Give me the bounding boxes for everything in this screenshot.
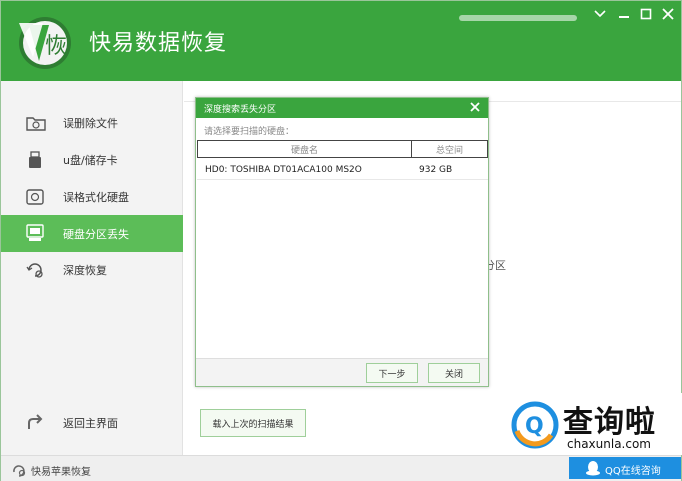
hard-disk-icon xyxy=(25,187,47,207)
disk-size-cell: 932 GB xyxy=(419,164,453,175)
menu-chevron-icon[interactable] xyxy=(591,6,609,22)
qq-online-consult-button[interactable]: QQ在线咨询 xyxy=(569,457,681,479)
sidebar-item-formatted-disk[interactable]: 误格式化硬盘 xyxy=(1,179,183,215)
dialog-prompt: 请选择要扫描的硬盘： xyxy=(204,127,295,137)
status-link[interactable]: 快易苹果恢复 xyxy=(31,463,91,478)
svg-text:Q: Q xyxy=(525,414,544,439)
close-dialog-button[interactable]: 关闭 xyxy=(428,363,480,383)
table-row[interactable]: HD0: TOSHIBA DT01ACA100 MS2O 932 GB xyxy=(197,160,488,180)
minimize-button[interactable] xyxy=(615,6,633,22)
usb-drive-icon xyxy=(25,150,47,170)
partition-search-dialog: 深度搜索丢失分区 请选择要扫描的硬盘： 硬盘名 总空间 HD0: TOSHIBA… xyxy=(195,97,489,387)
column-header-disk-name[interactable]: 硬盘名 xyxy=(198,141,412,157)
sidebar-item-label: 深度恢复 xyxy=(63,264,107,277)
dialog-footer: 下一步 关闭 xyxy=(196,358,488,386)
maximize-button[interactable] xyxy=(637,6,655,22)
title-bar[interactable]: 恢 快易数据恢复 xyxy=(1,1,681,81)
sidebar-item-label: u盘/储存卡 xyxy=(63,154,118,167)
watermark-title: 查询啦 xyxy=(563,405,656,440)
back-arrow-icon xyxy=(25,413,47,433)
sidebar-item-label: 硬盘分区丢失 xyxy=(63,227,129,241)
load-last-scan-button[interactable]: 载入上次的扫描结果 xyxy=(200,409,306,437)
close-window-button[interactable] xyxy=(659,6,677,22)
sidebar: 误删除文件 u盘/储存卡 误格式化硬盘 硬盘分区丢失 深度恢复 返回主界面 xyxy=(1,81,183,455)
column-header-total-space[interactable]: 总空间 xyxy=(412,141,487,157)
watermark-url: chaxunla.com xyxy=(567,437,651,451)
sidebar-item-partition-lost[interactable]: 硬盘分区丢失 xyxy=(1,215,183,252)
app-logo: 恢 xyxy=(13,13,77,73)
disk-table-header: 硬盘名 总空间 xyxy=(197,140,488,158)
qq-online-label: QQ在线咨询 xyxy=(605,466,661,477)
deep-recovery-icon xyxy=(25,260,47,280)
app-title: 快易数据恢复 xyxy=(89,31,228,56)
dialog-title: 深度搜索丢失分区 xyxy=(204,105,277,115)
apple-recovery-icon xyxy=(11,462,27,481)
dialog-title-bar[interactable]: 深度搜索丢失分区 xyxy=(196,98,488,118)
qq-penguin-icon xyxy=(585,460,601,480)
disk-partition-icon xyxy=(25,223,47,243)
disk-name-cell: HD0: TOSHIBA DT01ACA100 MS2O xyxy=(205,164,362,175)
logo-glyph: 恢 xyxy=(45,34,67,59)
sidebar-item-usb-card[interactable]: u盘/储存卡 xyxy=(1,142,183,178)
sidebar-item-deep-recovery[interactable]: 深度恢复 xyxy=(1,252,183,288)
sidebar-item-label: 误删除文件 xyxy=(63,117,118,130)
blurred-account-area xyxy=(459,9,577,21)
back-to-main-button[interactable]: 返回主界面 xyxy=(1,405,183,441)
sidebar-item-deleted-files[interactable]: 误删除文件 xyxy=(1,105,183,141)
sidebar-item-label: 误格式化硬盘 xyxy=(63,191,129,204)
dialog-close-icon[interactable] xyxy=(468,100,482,114)
folder-recycle-icon xyxy=(25,113,47,133)
watermark-logo-icon: Q xyxy=(511,401,561,451)
back-to-main-label: 返回主界面 xyxy=(63,417,118,430)
app-window: 恢 快易数据恢复 误删除文件 u盘/储存卡 误格式化硬盘 硬盘分区丢失 深度恢复… xyxy=(0,0,682,481)
next-step-button[interactable]: 下一步 xyxy=(366,363,418,383)
